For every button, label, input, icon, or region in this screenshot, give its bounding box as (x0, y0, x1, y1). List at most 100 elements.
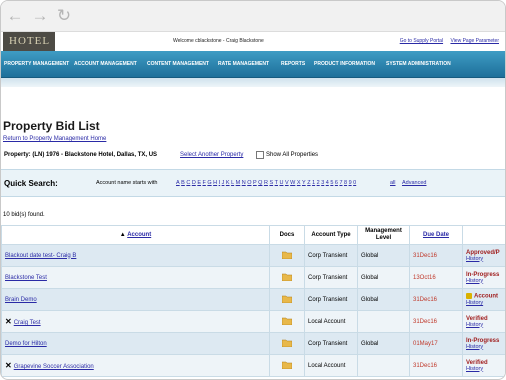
letter-link-l[interactable]: L (231, 180, 234, 186)
management-level-cell: Global (357, 332, 410, 355)
letter-link-8[interactable]: 8 (344, 180, 347, 186)
table-header-row: ▲ Account Docs Account Type Management L… (1, 225, 505, 245)
letter-link-k[interactable]: K (226, 180, 230, 186)
account-link[interactable]: Demo for Hilton (5, 341, 47, 347)
menu-account-management[interactable]: ACCOUNT MANAGEMENT (74, 61, 137, 67)
letter-link-e[interactable]: E (197, 180, 201, 186)
folder-icon[interactable] (282, 295, 292, 305)
account-header[interactable]: ▲ Account (1, 225, 270, 245)
folder-icon[interactable] (282, 361, 292, 371)
letter-link-n[interactable]: N (242, 180, 246, 186)
letter-link-0[interactable]: 0 (353, 180, 356, 186)
account-link[interactable]: Blackout date test- Craig B (5, 253, 76, 259)
advanced-search-link[interactable]: Advanced (402, 180, 426, 186)
account-cell: Brain Demo (1, 288, 270, 311)
letter-link-m[interactable]: M (236, 180, 241, 186)
show-all-checkbox[interactable] (256, 151, 264, 159)
quick-search-label: Quick Search: (4, 179, 58, 188)
letter-link-v[interactable]: V (285, 180, 289, 186)
select-another-property-link[interactable]: Select Another Property (180, 152, 243, 158)
letter-link-q[interactable]: Q (258, 180, 262, 186)
letter-link-2[interactable]: 2 (317, 180, 320, 186)
menu-property-management[interactable]: PROPERTY MANAGEMENT (4, 61, 69, 67)
letter-link-3[interactable]: 3 (321, 180, 324, 186)
letter-link-d[interactable]: D (192, 180, 196, 186)
folder-icon[interactable] (282, 339, 292, 349)
letter-link-z[interactable]: Z (307, 180, 310, 186)
letter-link-r[interactable]: R (264, 180, 268, 186)
folder-icon[interactable] (282, 273, 292, 283)
letter-link-i[interactable]: I (219, 180, 221, 186)
table-row: Blackout date test- Craig B Corp Transien… (1, 244, 505, 267)
letter-link-t[interactable]: T (275, 180, 278, 186)
property-value: (LN) 1976 - Blackstone Hotel, Dallas, TX… (32, 152, 158, 158)
top-links: Go to Supply Portal View Page Parameter (394, 38, 499, 44)
status-cell: In-Progress History (462, 266, 505, 289)
account-type-cell: Local Account (304, 354, 358, 377)
menu-content-management[interactable]: CONTENT MANAGEMENT (147, 61, 209, 67)
history-link[interactable]: History (466, 300, 502, 306)
folder-icon[interactable] (282, 317, 292, 327)
reload-icon[interactable]: ↻ (55, 7, 73, 25)
letter-link-u[interactable]: U (279, 180, 283, 186)
menu-system-administration[interactable]: SYSTEM ADMINISTRATION (386, 61, 451, 67)
table-row: ✕ Grapevine Soccer Association Local Accou… (1, 354, 505, 377)
show-all-label: Show All Properties (266, 152, 319, 158)
letter-link-g[interactable]: G (207, 180, 211, 186)
letter-link-y[interactable]: Y (302, 180, 306, 186)
table-row: Blackstone Test Corp Transient Global 13Oct… (1, 266, 505, 289)
due-date-cell: 01May17 (409, 332, 463, 355)
property-line: Property: (LN) 1976 - Blackstone Hotel, … (4, 152, 157, 158)
letter-link-b[interactable]: B (181, 180, 185, 186)
letter-link-o[interactable]: O (247, 180, 251, 186)
all-link[interactable]: all (390, 180, 396, 186)
letter-link-c[interactable]: C (186, 180, 190, 186)
arrow-right-icon[interactable]: → (31, 7, 49, 25)
account-link[interactable]: Craig Test (14, 320, 41, 326)
letter-link-s[interactable]: S (269, 180, 273, 186)
history-link[interactable]: History (466, 322, 502, 328)
property-label: Property: (4, 152, 31, 158)
account-link[interactable]: Brain Demo (5, 297, 37, 303)
history-link[interactable]: History (466, 278, 502, 284)
results-count: 10 bid(s) found. (3, 212, 45, 218)
account-link[interactable]: Grapevine Soccer Association (14, 364, 94, 370)
return-link[interactable]: Return to Property Management Home (3, 136, 106, 142)
letter-link-j[interactable]: J (222, 180, 225, 186)
letter-link-x[interactable]: X (297, 180, 301, 186)
history-link[interactable]: History (466, 366, 502, 372)
close-icon[interactable]: ✕ (5, 317, 12, 326)
letter-link-1[interactable]: 1 (312, 180, 315, 186)
menu-reports[interactable]: REPORTS (281, 61, 305, 67)
account-type-cell: Corp Transient (304, 266, 358, 289)
close-icon[interactable]: ✕ (5, 361, 12, 370)
view-page-parameter-link[interactable]: View Page Parameter (450, 38, 499, 44)
status-header (462, 225, 505, 245)
letter-link-7[interactable]: 7 (339, 180, 342, 186)
menu-rate-management[interactable]: RATE MANAGEMENT (218, 61, 269, 67)
letter-link-w[interactable]: W (290, 180, 295, 186)
supply-portal-link[interactable]: Go to Supply Portal (400, 38, 443, 44)
history-link[interactable]: History (466, 344, 502, 350)
letter-link-f[interactable]: F (202, 180, 205, 186)
account-cell: Blackstone Test (1, 266, 270, 289)
history-link[interactable]: History (466, 256, 502, 262)
letter-link-h[interactable]: H (213, 180, 217, 186)
letter-link-9[interactable]: 9 (349, 180, 352, 186)
folder-icon[interactable] (282, 251, 292, 261)
table-row: Brain Demo Corp Transient Global 31Dec16 Acc… (1, 288, 505, 311)
due-date-cell: 31Dec16 (409, 310, 463, 333)
account-type-cell: Local Account (304, 310, 358, 333)
status-text: In-Progress (466, 337, 500, 344)
account-link[interactable]: Blackstone Test (5, 275, 47, 281)
arrow-left-icon[interactable]: ← (6, 7, 24, 25)
menu-product-information[interactable]: PRODUCT INFORMATION (314, 61, 375, 67)
letter-link-6[interactable]: 6 (335, 180, 338, 186)
letter-link-p[interactable]: P (253, 180, 257, 186)
account-cell: Blackout date test- Craig B (1, 244, 270, 267)
due-date-header[interactable]: Due Date (409, 225, 463, 245)
letter-link-4[interactable]: 4 (326, 180, 329, 186)
letter-link-a[interactable]: A (176, 180, 180, 186)
account-type-header: Account Type (304, 225, 358, 245)
letter-link-5[interactable]: 5 (330, 180, 333, 186)
